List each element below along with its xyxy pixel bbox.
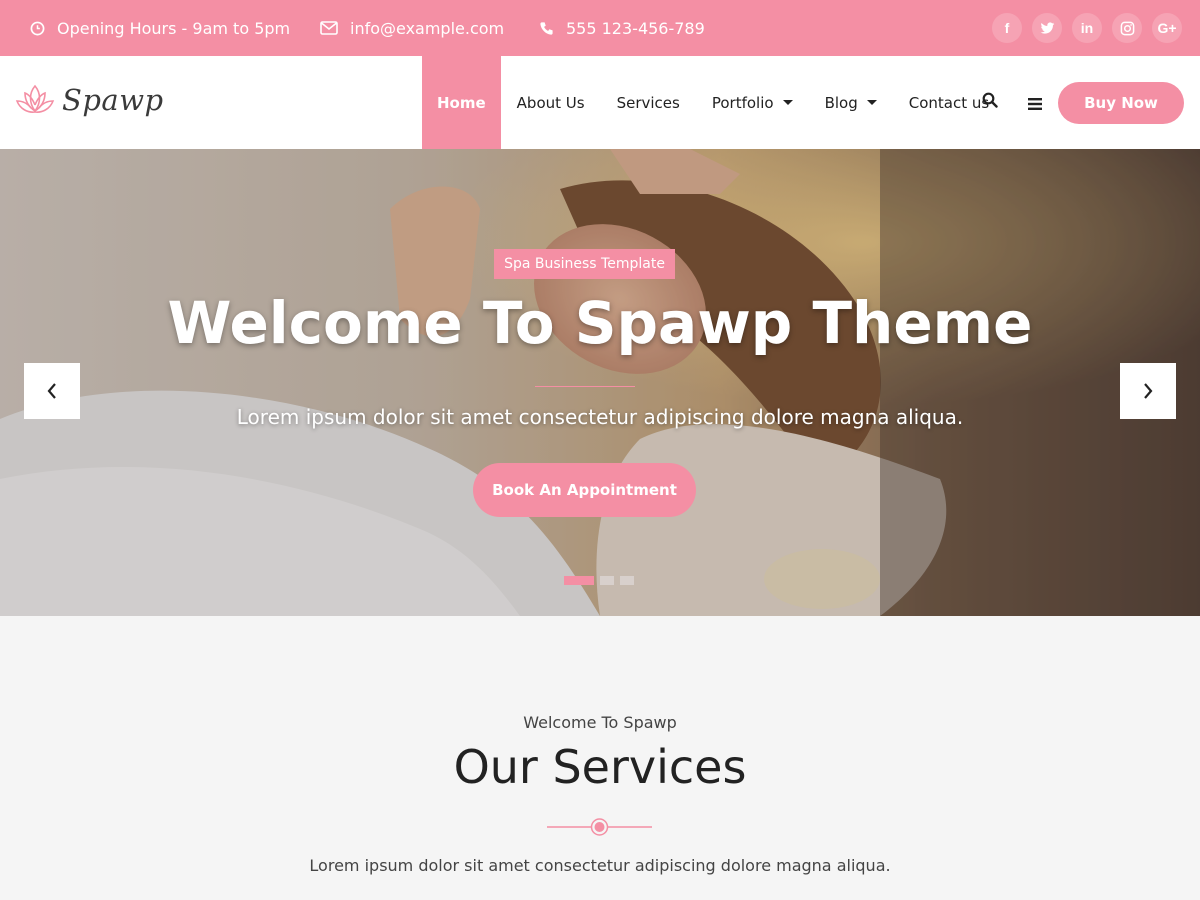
slider-prev-button[interactable] bbox=[24, 363, 80, 419]
hero-subtitle: Lorem ipsum dolor sit amet consectetur a… bbox=[236, 405, 964, 429]
book-appointment-button[interactable]: Book An Appointment bbox=[473, 463, 696, 517]
hero-overlay bbox=[0, 149, 1200, 616]
chevron-down-icon bbox=[782, 100, 793, 105]
linkedin-icon[interactable]: in bbox=[1072, 13, 1102, 43]
facebook-icon[interactable]: f bbox=[992, 13, 1022, 43]
section-divider bbox=[547, 818, 652, 836]
top-bar: Opening Hours - 9am to 5pm info@example.… bbox=[0, 0, 1200, 56]
hero-divider bbox=[535, 386, 635, 387]
nav-blog-label: Blog bbox=[824, 93, 858, 112]
phone-icon bbox=[540, 21, 553, 35]
google-plus-icon[interactable]: G+ bbox=[1152, 13, 1182, 43]
site-header: Spawp Home About Us Services Portfolio B… bbox=[0, 56, 1200, 149]
slider-dot-2[interactable] bbox=[600, 576, 614, 585]
contact-email[interactable]: info@example.com bbox=[320, 0, 504, 56]
social-links: f in G+ bbox=[992, 13, 1182, 43]
slider-dot-1[interactable] bbox=[564, 576, 594, 585]
nav-services[interactable]: Services bbox=[601, 56, 696, 149]
main-nav: Home About Us Services Portfolio Blog Co… bbox=[422, 56, 1005, 149]
clock-icon bbox=[30, 21, 45, 35]
site-logo[interactable]: Spawp bbox=[14, 82, 164, 118]
search-icon[interactable] bbox=[982, 92, 998, 112]
twitter-icon[interactable] bbox=[1032, 13, 1062, 43]
lotus-icon bbox=[15, 84, 55, 113]
phone-text: 555 123-456-789 bbox=[566, 18, 705, 38]
contact-phone[interactable]: 555 123-456-789 bbox=[539, 0, 705, 56]
opening-hours: Opening Hours - 9am to 5pm bbox=[30, 0, 290, 56]
nav-about-us[interactable]: About Us bbox=[501, 56, 601, 149]
nav-home[interactable]: Home bbox=[422, 56, 501, 149]
logo-text: Spawp bbox=[62, 83, 164, 117]
chevron-right-icon bbox=[1144, 383, 1153, 399]
instagram-icon[interactable] bbox=[1112, 13, 1142, 43]
nav-blog[interactable]: Blog bbox=[809, 56, 893, 149]
slider-dots bbox=[564, 576, 634, 585]
menu-icon[interactable] bbox=[1028, 95, 1042, 114]
hero-slider: Spa Business Template Welcome To Spawp T… bbox=[0, 149, 1200, 616]
buy-now-button[interactable]: Buy Now bbox=[1058, 82, 1184, 124]
nav-portfolio-label: Portfolio bbox=[711, 93, 774, 112]
services-title: Our Services bbox=[453, 740, 747, 794]
slider-dot-3[interactable] bbox=[620, 576, 634, 585]
services-description: Lorem ipsum dolor sit amet consectetur a… bbox=[309, 856, 891, 875]
hero-title: Welcome To Spawp Theme bbox=[167, 289, 1033, 357]
chevron-down-icon bbox=[866, 100, 877, 105]
nav-portfolio[interactable]: Portfolio bbox=[696, 56, 809, 149]
services-eyebrow: Welcome To Spawp bbox=[523, 713, 677, 732]
opening-hours-text: Opening Hours - 9am to 5pm bbox=[57, 18, 291, 38]
slider-next-button[interactable] bbox=[1120, 363, 1176, 419]
email-text: info@example.com bbox=[350, 18, 505, 38]
services-section: Welcome To Spawp Our Services Lorem ipsu… bbox=[0, 616, 1200, 900]
envelope-icon bbox=[320, 21, 338, 35]
hero-tag: Spa Business Template bbox=[494, 249, 675, 279]
chevron-left-icon bbox=[47, 383, 56, 399]
